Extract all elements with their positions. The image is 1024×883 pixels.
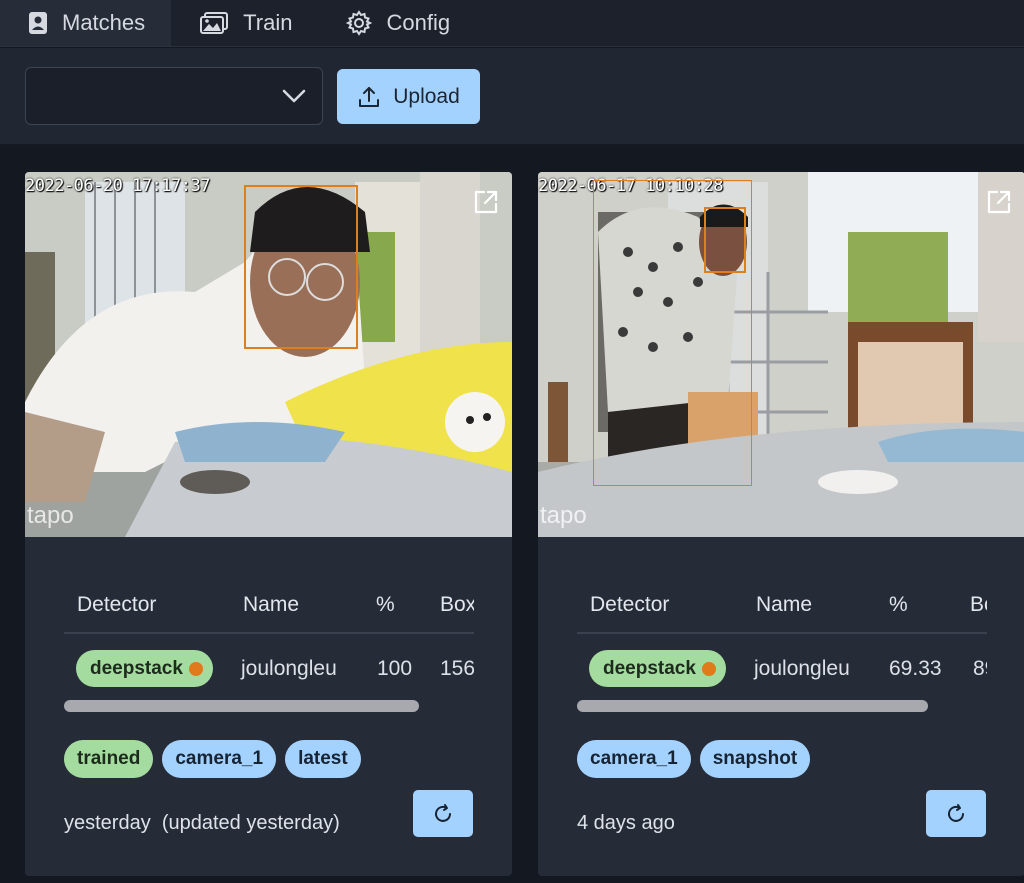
status-dot — [701, 661, 716, 676]
results-table: Detector Name % Box deepstack joulongleu… — [64, 592, 474, 706]
reprocess-button[interactable] — [926, 790, 986, 837]
upload-icon — [359, 86, 380, 107]
table-row: deepstack joulongleu 69.33 89 — [577, 634, 987, 706]
table-header: Detector Name % Box — [577, 592, 987, 634]
match-photo[interactable]: 2022-06-17 10:10:28 tapo — [538, 172, 1024, 537]
tag-trained: trained — [64, 740, 154, 778]
images-icon — [200, 12, 229, 34]
face-bounding-box — [244, 185, 358, 349]
external-link-icon[interactable] — [472, 188, 500, 216]
upload-button[interactable]: Upload — [337, 69, 480, 124]
status-dot — [188, 661, 203, 676]
detector-label: deepstack — [90, 657, 183, 679]
cell-name: joulongleu — [241, 657, 337, 680]
time-relative: yesterday — [64, 812, 151, 834]
header-detector: Detector — [77, 593, 157, 616]
tab-label: Train — [243, 10, 293, 35]
refresh-icon — [435, 803, 451, 822]
header-percent: % — [376, 593, 395, 616]
match-card: 2022-06-20 17:17:37 tapo Detector Name %… — [25, 172, 512, 876]
tag-list: trained camera_1 latest — [64, 740, 361, 778]
results-table: Detector Name % Box deepstack joulongleu… — [577, 592, 987, 706]
match-time: yesterday (updated yesterday) — [64, 812, 340, 835]
tab-label: Matches — [62, 10, 146, 35]
reprocess-button[interactable] — [413, 790, 473, 837]
table-header: Detector Name % Box — [64, 592, 474, 634]
gear-icon — [346, 10, 373, 36]
tag-camera: camera_1 — [162, 740, 277, 778]
cell-box: 156 — [440, 657, 474, 680]
header-detector: Detector — [590, 593, 670, 616]
time-relative: 4 days ago — [577, 812, 675, 834]
camera-watermark: tapo — [540, 502, 587, 529]
tag-camera: camera_1 — [577, 740, 691, 778]
table-row: deepstack joulongleu 100 156 — [64, 634, 474, 706]
header-percent: % — [889, 593, 908, 616]
time-updated: (updated yesterday) — [161, 812, 340, 834]
tab-config[interactable]: Config — [318, 0, 476, 46]
table-scrollbar[interactable] — [577, 700, 928, 712]
chevron-down-icon — [282, 89, 306, 103]
header-box: Box — [970, 593, 987, 616]
external-link-icon[interactable] — [985, 188, 1013, 216]
cell-percent: 100 — [377, 657, 413, 680]
match-photo[interactable]: 2022-06-20 17:17:37 tapo — [25, 172, 512, 537]
tag-latest: latest — [285, 740, 361, 778]
tag-list: camera_1 snapshot — [577, 740, 811, 778]
filter-select[interactable] — [25, 67, 323, 125]
table-scrollbar[interactable] — [64, 700, 419, 712]
match-time: 4 days ago — [577, 812, 675, 835]
person-badge-icon — [29, 12, 47, 34]
tab-label: Config — [386, 10, 451, 35]
toolbar: Upload — [0, 48, 1024, 146]
camera-watermark: tapo — [27, 502, 74, 529]
face-bounding-box — [704, 207, 746, 273]
header-box: Box — [440, 593, 474, 616]
tab-matches[interactable]: Matches — [0, 0, 172, 46]
detector-badge[interactable]: deepstack — [589, 650, 726, 687]
photo-timestamp: 2022-06-20 17:17:37 — [25, 176, 210, 196]
cell-box: 89 — [973, 657, 987, 680]
cell-name: joulongleu — [754, 657, 850, 680]
detector-badge[interactable]: deepstack — [76, 650, 213, 687]
tab-train[interactable]: Train — [171, 0, 318, 46]
refresh-icon — [948, 803, 964, 822]
detector-label: deepstack — [603, 657, 696, 679]
upload-label: Upload — [393, 84, 460, 108]
header-name: Name — [243, 593, 300, 616]
top-nav: Matches Train Config — [0, 0, 1024, 47]
match-card: 2022-06-17 10:10:28 tapo Detector Name %… — [538, 172, 1024, 876]
cell-percent: 69.33 — [889, 657, 942, 680]
header-name: Name — [756, 593, 813, 616]
tag-snapshot: snapshot — [699, 740, 811, 778]
